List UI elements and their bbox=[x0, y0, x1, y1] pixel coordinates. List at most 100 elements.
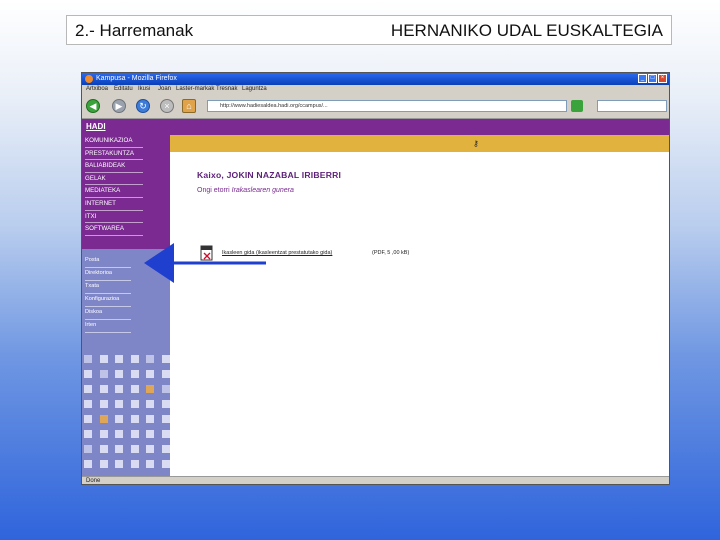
document-size: (PDF, 5 ,00 kB) bbox=[372, 250, 410, 256]
decorative-square bbox=[146, 400, 154, 408]
decorative-square bbox=[99, 415, 108, 423]
web-page: HADI KOMUNIKAZIOA PRESTAKUNTZA BALIABIDE… bbox=[82, 119, 669, 476]
decorative-square bbox=[115, 430, 123, 438]
decorative-square bbox=[84, 400, 92, 408]
decorative-square bbox=[130, 430, 139, 438]
decorative-square bbox=[99, 370, 108, 378]
back-arrow-icon[interactable]: ◀ bbox=[86, 99, 100, 113]
decorative-square bbox=[130, 445, 139, 453]
decorative-square bbox=[99, 355, 108, 363]
decorative-square bbox=[115, 415, 123, 423]
decorative-square bbox=[161, 355, 170, 363]
decorative-square bbox=[161, 400, 170, 408]
decorative-square bbox=[84, 355, 92, 363]
sidebar-item-komunikazioa[interactable]: KOMUNIKAZIOA bbox=[85, 135, 143, 148]
menu-item-help[interactable]: Laguntza bbox=[242, 86, 267, 92]
decorative-square bbox=[115, 385, 123, 393]
decorative-square bbox=[161, 385, 170, 393]
menu-item-edit[interactable]: Editatu bbox=[114, 86, 133, 92]
decorative-square bbox=[130, 415, 139, 423]
decorative-square bbox=[84, 415, 92, 423]
sidebar-item-mediateka[interactable]: MEDIATEKA bbox=[85, 185, 143, 198]
decorative-square bbox=[84, 385, 92, 393]
decorative-square bbox=[130, 370, 139, 378]
decorative-square bbox=[84, 430, 92, 438]
sidebar-main: HADI KOMUNIKAZIOA PRESTAKUNTZA BALIABIDE… bbox=[82, 119, 170, 249]
hadi-logo[interactable]: HADI bbox=[86, 122, 106, 131]
decorative-square bbox=[115, 355, 123, 363]
decorative-square bbox=[146, 415, 154, 423]
maximize-icon[interactable]: □ bbox=[648, 74, 657, 83]
close-icon[interactable]: × bbox=[658, 74, 667, 83]
browser-window-title: Kampusa - Mozilla Firefox bbox=[96, 75, 177, 82]
decorative-square bbox=[130, 385, 139, 393]
header-gold-bar: ⚷ bbox=[170, 135, 669, 152]
pointer-arrow-icon bbox=[144, 243, 266, 283]
sidebar-item-baliabideak[interactable]: BALIABIDEAK bbox=[85, 160, 143, 173]
status-bar: Done bbox=[82, 476, 669, 484]
sidebar-item-itxi[interactable]: ITXI bbox=[85, 211, 143, 224]
header-bar bbox=[170, 119, 669, 135]
slide-title: 2.- Harremanak bbox=[75, 21, 194, 40]
decorative-square bbox=[99, 445, 108, 453]
welcome-emphasis: Irakaslearen gunera bbox=[231, 187, 294, 194]
sidebar-item-direktorioa[interactable]: Direktorioa bbox=[85, 268, 131, 281]
decorative-square bbox=[161, 460, 170, 468]
decorative-square bbox=[161, 430, 170, 438]
decorative-square bbox=[84, 370, 92, 378]
sidebar-item-diskoa[interactable]: Diskoa bbox=[85, 307, 131, 320]
decorative-square bbox=[146, 385, 154, 393]
decorative-square bbox=[115, 400, 123, 408]
decorative-square bbox=[130, 460, 139, 468]
menu-item-go[interactable]: Joan bbox=[158, 86, 171, 92]
greeting-text: Kaixo, JOKIN NAZABAL IRIBERRI bbox=[197, 170, 342, 180]
decorative-square bbox=[84, 445, 92, 453]
decorative-square bbox=[115, 445, 123, 453]
decorative-square bbox=[84, 460, 92, 468]
decorative-square bbox=[115, 370, 123, 378]
browser-menu-bar: Artxiboa Editatu Ikusi Joan Laster-marka… bbox=[82, 85, 669, 95]
decorative-square bbox=[146, 460, 154, 468]
stop-icon[interactable]: × bbox=[160, 99, 174, 113]
sidebar-item-posta[interactable]: Posta bbox=[85, 255, 131, 268]
minimize-icon[interactable]: _ bbox=[638, 74, 647, 83]
welcome-prefix: Ongi etorri bbox=[197, 187, 232, 194]
decorative-squares bbox=[84, 355, 170, 468]
sidebar-item-softwarea[interactable]: SOFTWAREA bbox=[85, 223, 143, 236]
decorative-square bbox=[130, 400, 139, 408]
sidebar-item-txata[interactable]: Txata bbox=[85, 281, 131, 294]
decorative-square bbox=[161, 445, 170, 453]
browser-title-bar: Kampusa - Mozilla Firefox _ □ × bbox=[82, 73, 669, 85]
decorative-square bbox=[146, 430, 154, 438]
firefox-icon bbox=[85, 75, 93, 83]
reload-icon[interactable]: ↻ bbox=[136, 99, 150, 113]
sidebar-item-internet[interactable]: INTERNET bbox=[85, 198, 143, 211]
menu-item-file[interactable]: Artxiboa bbox=[86, 86, 108, 92]
decorative-square bbox=[99, 460, 108, 468]
welcome-text: Ongi etorri Irakaslearen gunera bbox=[197, 187, 294, 194]
key-icon[interactable]: ⚷ bbox=[473, 139, 479, 148]
decorative-square bbox=[115, 460, 123, 468]
decorative-square bbox=[161, 370, 170, 378]
home-icon[interactable]: ⌂ bbox=[182, 99, 196, 113]
browser-toolbar: ◀ ▶ ↻ × ⌂ http://www.hadiesaldea.hadi.or… bbox=[82, 95, 669, 119]
menu-item-tools[interactable]: Tresnak bbox=[216, 86, 237, 92]
search-input[interactable] bbox=[597, 100, 667, 112]
menu-item-view[interactable]: Ikusi bbox=[138, 86, 150, 92]
decorative-square bbox=[99, 400, 108, 408]
decorative-square bbox=[99, 385, 108, 393]
sidebar-item-irten[interactable]: Irten bbox=[85, 320, 131, 333]
sidebar-item-prestakuntza[interactable]: PRESTAKUNTZA bbox=[85, 148, 143, 161]
slide-organization: HERNANIKO UDAL EUSKALTEGIA bbox=[390, 21, 663, 40]
menu-item-bookmarks[interactable]: Laster-markak bbox=[176, 86, 214, 92]
forward-arrow-icon[interactable]: ▶ bbox=[112, 99, 126, 113]
sidebar-item-konfigurazioa[interactable]: Konfigurazioa bbox=[85, 294, 131, 307]
sidebar-item-gelak[interactable]: GELAK bbox=[85, 173, 143, 186]
decorative-square bbox=[130, 355, 139, 363]
address-bar[interactable]: http://www.hadiesaldea.hadi.org/ccampus/… bbox=[207, 100, 567, 112]
decorative-square bbox=[161, 415, 170, 423]
go-button[interactable] bbox=[571, 100, 583, 112]
decorative-square bbox=[146, 445, 154, 453]
decorative-square bbox=[146, 355, 154, 363]
slide-title-bar: 2.- Harremanak HERNANIKO UDAL EUSKALTEGI… bbox=[66, 15, 672, 45]
